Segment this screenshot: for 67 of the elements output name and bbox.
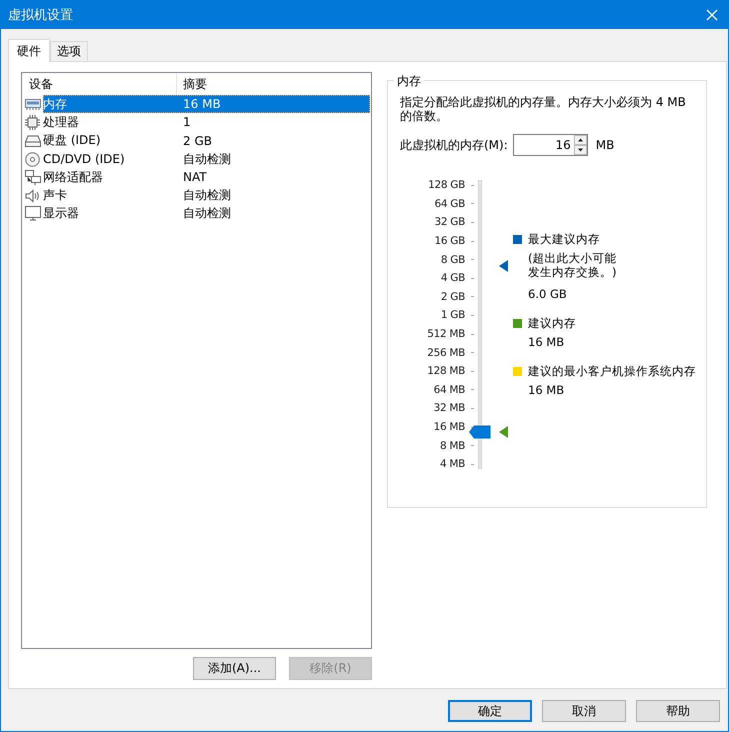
dialog-button[interactable]: 帮助 [636, 700, 720, 722]
device-summary: NAT [183, 170, 208, 184]
device-summary: 1 [183, 115, 192, 130]
legend-title: 最大建议内存 [528, 232, 600, 247]
scale-label: 2 GB [440, 290, 466, 303]
device-summary: 2 GB [183, 134, 213, 148]
field-label: 此虚拟机的内存(M): [400, 136, 508, 154]
slider-thumb[interactable] [469, 424, 492, 439]
device-summary: 自动检测 [183, 150, 232, 168]
scale-label: 1 GB [440, 309, 466, 322]
legend-title: 建议内存 [528, 316, 576, 331]
dialog-button[interactable]: 取消 [542, 700, 626, 722]
device-name: 显示器 [43, 205, 80, 222]
legend-value: 6.0 GB [527, 287, 568, 301]
legend-value: 16 MB [527, 383, 566, 397]
close-icon[interactable] [706, 8, 718, 20]
scale-label: 256 MB [427, 346, 466, 359]
legend-title: 建议的最小客户机操作系统内存 [528, 364, 696, 379]
device-summary: 自动检测 [183, 187, 232, 204]
device-name: 声卡 [43, 187, 68, 204]
unit-label: MB [596, 138, 614, 152]
scale-label: 128 GB [428, 179, 466, 192]
scale-label: 32 MB [434, 402, 466, 414]
scale-label: 16 GB [434, 235, 466, 248]
scale-label: 512 MB [427, 328, 466, 340]
scale-label: 16 MB [434, 421, 466, 434]
spin-down-icon[interactable] [574, 145, 587, 155]
legend-note: 发生内存交换。) [527, 265, 618, 279]
dialog-button[interactable]: 确定 [448, 700, 532, 722]
scale-label: 64 GB [434, 198, 466, 210]
monitor-icon [24, 206, 40, 222]
device-name: 硬盘 (IDE) [43, 132, 102, 150]
device-summary: 自动检测 [183, 205, 232, 222]
device-name: 处理器 [43, 114, 80, 131]
tab[interactable]: 硬件 [8, 39, 50, 62]
speaker-icon [25, 188, 40, 203]
device-row[interactable]: CD/DVD (IDE) 自动检测 [43, 150, 370, 168]
device-row[interactable]: 内存 16 MB [43, 95, 370, 114]
window-title: 虚拟机设置 [8, 6, 73, 24]
legend-value: 16 MB [527, 335, 566, 349]
device-row[interactable]: 显示器 自动检测 [43, 204, 370, 223]
spin-up-icon[interactable] [574, 135, 587, 145]
device-summary: 16 MB [183, 97, 222, 112]
memory-icon [24, 98, 40, 110]
device-name: 网络适配器 [43, 168, 104, 186]
scale-label: 4 GB [440, 272, 466, 284]
description-text: 指定分配给此虚拟机的内存量。内存大小必须为 4 MB 的倍数。 [400, 95, 687, 123]
scale-label: 32 GB [434, 216, 466, 228]
column-header[interactable]: 摘要 [177, 73, 371, 95]
scale-label: 4 MB [440, 458, 466, 470]
legend-note: (超出此大小可能 [527, 251, 618, 265]
network-icon [24, 170, 40, 185]
tab[interactable]: 选项 [50, 41, 88, 61]
scale-label: 64 MB [434, 384, 466, 396]
device-row[interactable]: 网络适配器 NAT [43, 168, 370, 186]
scale-label: 8 GB [440, 254, 466, 266]
chip-icon [25, 114, 40, 130]
device-name: CD/DVD (IDE) [43, 152, 126, 166]
device-row[interactable]: 处理器 1 [43, 113, 370, 132]
list-button[interactable]: 添加(A)... [193, 657, 276, 680]
device-row[interactable]: 声卡 自动检测 [43, 186, 370, 205]
device-row[interactable]: 硬盘 (IDE) 2 GB [43, 132, 370, 150]
memory-spin-field[interactable]: 16 [512, 134, 588, 156]
device-name: 内存 [43, 96, 68, 113]
disc-icon [25, 152, 40, 167]
scale-label: 128 MB [427, 365, 466, 378]
scale-label: 8 MB [440, 440, 466, 452]
